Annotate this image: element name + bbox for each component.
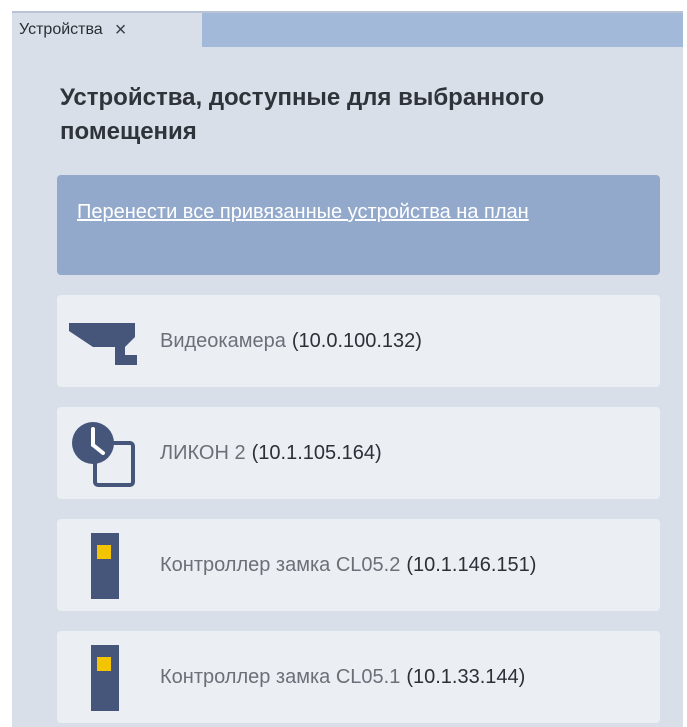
clock-reader-icon [72,422,135,487]
device-label: ЛИКОН 2 (10.1.105.164) [160,407,382,499]
devices-panel: Устройства × Устройства, доступные для в… [12,11,683,727]
device-card-cl05-2[interactable]: Контроллер замка CL05.2 (10.1.146.151) [57,519,660,611]
device-card-likon[interactable]: ЛИКОН 2 (10.1.105.164) [57,407,660,499]
tab-devices[interactable]: Устройства × [12,13,202,47]
device-name: ЛИКОН 2 [160,441,246,464]
move-all-devices-link[interactable]: Перенести все привязанные устройства на … [77,201,529,223]
move-all-devices-button[interactable]: Перенести все привязанные устройства на … [57,175,660,275]
device-label: Контроллер замка CL05.1 (10.1.33.144) [160,631,525,723]
device-name: Контроллер замка CL05.1 [160,665,401,688]
tab-label: Устройства [19,21,103,38]
device-address: (10.1.33.144) [406,665,526,688]
lock-controller-icon [91,645,119,711]
device-address: (10.1.146.151) [406,553,537,576]
device-address: (10.1.105.164) [251,441,382,464]
tab-bar: Устройства × [12,13,683,47]
camera-icon [69,323,137,365]
lock-controller-icon [91,533,119,599]
device-address: (10.0.100.132) [291,329,422,352]
device-name: Контроллер замка CL05.2 [160,553,401,576]
device-name: Видеокамера [160,329,286,352]
device-card-camera[interactable]: Видеокамера (10.0.100.132) [57,295,660,387]
section-title: Устройства, доступные для выбранного пом… [60,84,545,145]
device-card-cl05-1[interactable]: Контроллер замка CL05.1 (10.1.33.144) [57,631,660,723]
device-label: Видеокамера (10.0.100.132) [160,295,422,387]
device-label: Контроллер замка CL05.2 (10.1.146.151) [160,519,536,611]
close-icon[interactable]: × [115,20,127,40]
